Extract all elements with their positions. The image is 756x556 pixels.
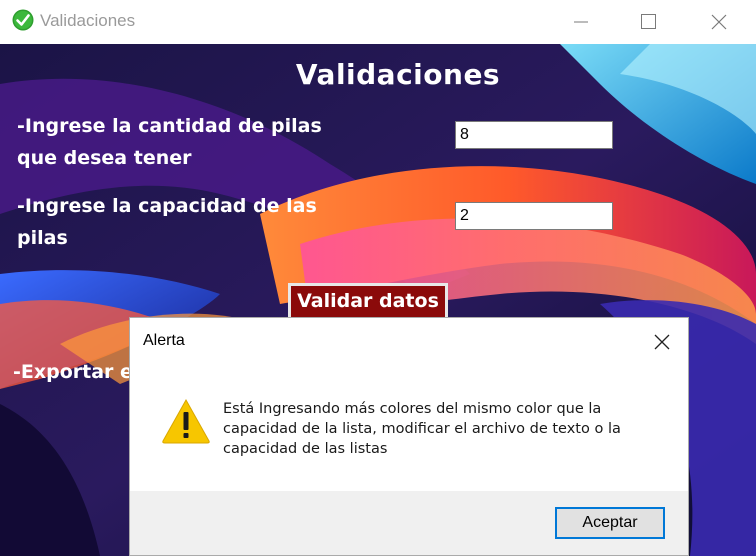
dialog-close-button[interactable] xyxy=(640,324,680,358)
export-label: -Exportar e xyxy=(13,361,133,383)
dialog-title: Alerta xyxy=(143,332,185,349)
close-icon xyxy=(711,14,727,30)
warning-icon xyxy=(162,398,210,444)
capacity-input[interactable]: 2 xyxy=(455,202,613,230)
minimize-icon xyxy=(574,21,588,23)
dialog-footer: Aceptar xyxy=(130,491,688,555)
maximize-button[interactable] xyxy=(626,0,672,44)
quantity-label: -Ingrese la cantidad de pilas que desea … xyxy=(17,115,322,169)
alert-message: Está Ingresando más colores del mismo co… xyxy=(223,401,621,457)
maximize-icon xyxy=(641,14,656,29)
quantity-input[interactable]: 8 xyxy=(455,121,613,149)
minimize-button[interactable] xyxy=(558,0,604,44)
title-bar: Validaciones xyxy=(0,0,756,44)
form-heading: Validaciones xyxy=(295,58,501,91)
validate-button[interactable]: Validar datos xyxy=(288,283,448,321)
alert-dialog: Alerta Está Ingresando más colores del m… xyxy=(129,317,689,556)
close-icon xyxy=(654,334,670,350)
green-checkmark-icon xyxy=(12,9,34,31)
close-button[interactable] xyxy=(696,0,742,44)
capacity-label: -Ingrese la capacidad de las pilas xyxy=(17,195,317,249)
accept-button[interactable]: Aceptar xyxy=(555,507,665,539)
window-title: Validaciones xyxy=(40,11,136,30)
